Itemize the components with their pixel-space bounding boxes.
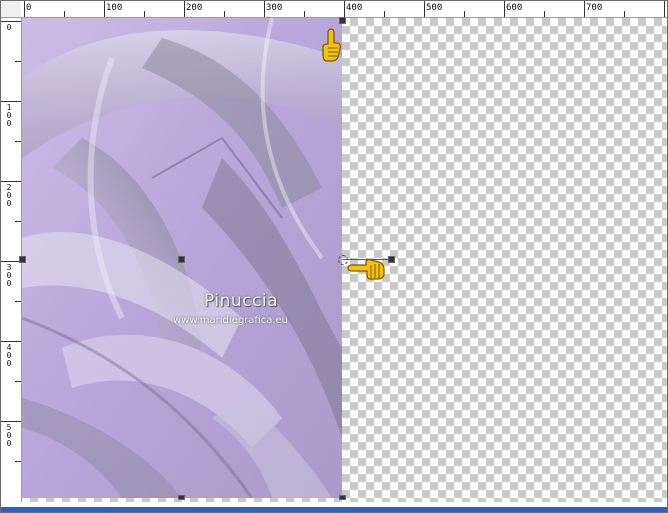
horizontal-ruler[interactable]: 0 100 200 300 400 500 600 700 xyxy=(21,1,667,18)
ruler-label-500: 500 xyxy=(426,3,443,13)
bottom-center-handle[interactable] xyxy=(178,495,185,500)
watermark-name: Pinuccia xyxy=(204,291,278,311)
ruler-label-400: 400 xyxy=(346,3,363,13)
ruler-label-v200: 200 xyxy=(6,183,12,208)
ruler-corner xyxy=(1,1,22,18)
watermark-url: www.maridiegrafica.eu xyxy=(173,315,289,326)
top-right-handle[interactable] xyxy=(339,17,346,24)
ruler-label-300: 300 xyxy=(266,3,283,13)
pointing-up-hand-icon xyxy=(322,28,342,62)
pointing-left-hand-icon xyxy=(347,259,385,280)
ruler-label-v400: 400 xyxy=(6,343,12,368)
ruler-label-700: 700 xyxy=(586,3,603,13)
ruler-label-0: 0 xyxy=(26,3,32,13)
ruler-label-600: 600 xyxy=(506,3,523,13)
bottom-right-handle[interactable] xyxy=(339,495,346,500)
ruler-label-v500: 500 xyxy=(6,423,12,448)
status-bar-strip xyxy=(1,507,667,512)
ruler-label-v0: 0 xyxy=(6,23,12,32)
ruler-label-200: 200 xyxy=(186,3,203,13)
ruler-label-100: 100 xyxy=(106,3,123,13)
ruler-label-v100: 100 xyxy=(6,103,12,128)
editor-window: 0 100 200 300 400 500 600 700 0 100 200 … xyxy=(0,0,668,513)
left-handle[interactable] xyxy=(19,256,26,263)
center-handle[interactable] xyxy=(178,256,185,263)
ruler-label-v300: 300 xyxy=(6,263,12,288)
